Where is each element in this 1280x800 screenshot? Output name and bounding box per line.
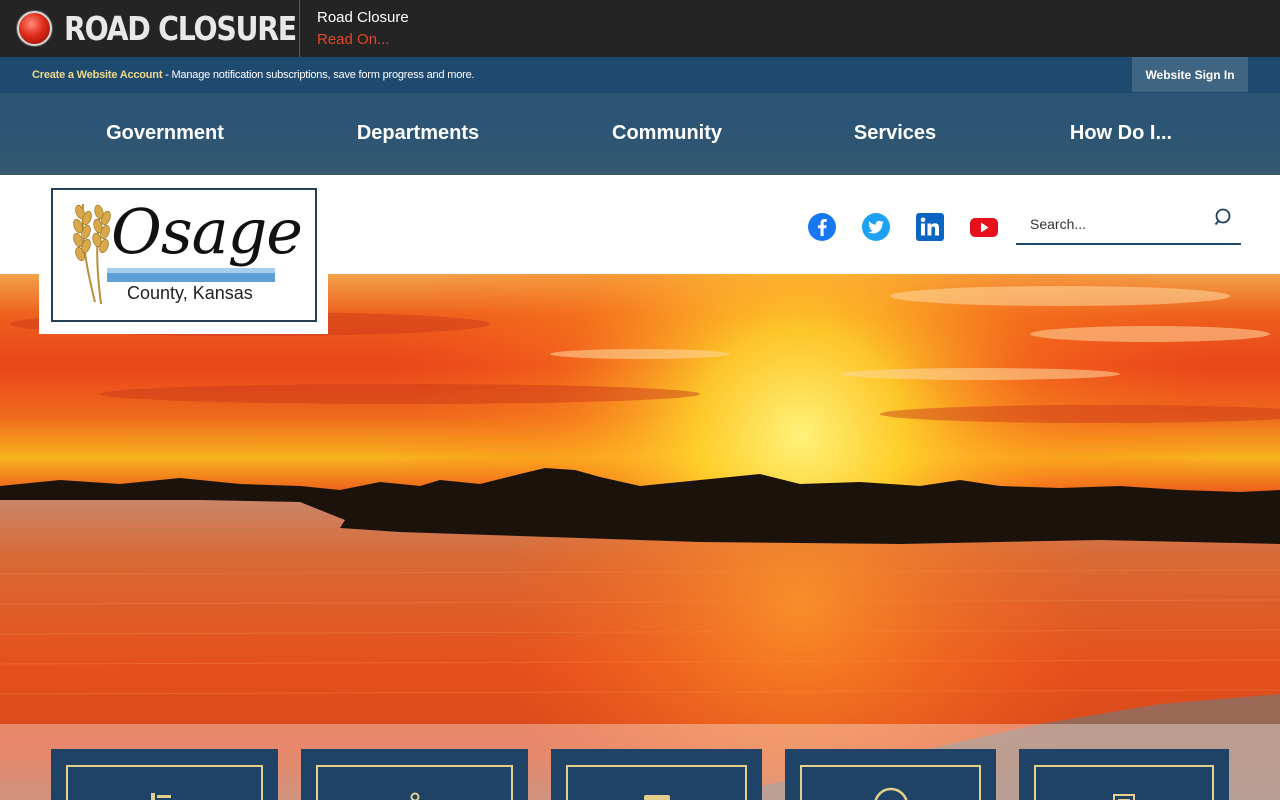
alert-text: Road Closure Read On... <box>300 0 409 57</box>
quick-link-tile-3[interactable] <box>551 749 762 800</box>
document-icon <box>1113 794 1135 800</box>
logo-tagline: County, Kansas <box>127 283 253 303</box>
search-button[interactable] <box>1213 207 1237 231</box>
alert-headline: Road Closure <box>317 8 409 26</box>
twitter-icon[interactable] <box>861 212 891 242</box>
alert-dot-icon <box>17 11 52 46</box>
site-logo[interactable]: Osage County, Kansas <box>39 175 328 334</box>
nav-item-how-do-i[interactable]: How Do I... <box>1070 93 1172 175</box>
linkedin-icon[interactable] <box>915 212 945 242</box>
clock-icon <box>874 787 907 800</box>
search-icon <box>1214 208 1231 226</box>
alert-title: ROAD CLOSURE <box>64 9 297 48</box>
nav-item-community[interactable]: Community <box>612 93 722 175</box>
hero-image <box>0 274 1280 800</box>
quick-link-tile-4[interactable] <box>785 749 996 800</box>
youtube-icon[interactable] <box>969 212 999 242</box>
website-sign-in-button[interactable]: Website Sign In <box>1132 57 1248 92</box>
nav-item-government[interactable]: Government <box>106 93 224 175</box>
quick-link-tile-2[interactable] <box>301 749 528 800</box>
quick-link-tile-1[interactable] <box>51 749 278 800</box>
person-icon <box>410 792 419 800</box>
nav-item-departments[interactable]: Departments <box>357 93 479 175</box>
search-input[interactable] <box>1016 205 1211 243</box>
logo-frame: Osage County, Kansas <box>51 188 317 322</box>
logo-name: Osage <box>111 195 303 268</box>
alert-read-on-link[interactable]: Read On... <box>317 29 409 51</box>
alert-label: ROAD CLOSURE <box>0 0 300 57</box>
create-account-link[interactable]: Create a Website Account <box>32 69 162 81</box>
alert-bar: ROAD CLOSURE Road Closure Read On... <box>0 0 1280 57</box>
nav-item-services[interactable]: Services <box>854 93 936 175</box>
quick-link-tile-5[interactable] <box>1019 749 1229 800</box>
calendar-icon <box>643 795 670 800</box>
account-message-text: - Manage notification subscriptions, sav… <box>162 69 475 81</box>
list-icon <box>150 793 171 800</box>
facebook-icon[interactable] <box>807 212 837 242</box>
search-box <box>1016 205 1241 245</box>
account-message: Create a Website Account - Manage notifi… <box>0 69 475 81</box>
main-nav: Government Departments Community Service… <box>0 93 1280 175</box>
account-bar: Create a Website Account - Manage notifi… <box>0 57 1280 93</box>
